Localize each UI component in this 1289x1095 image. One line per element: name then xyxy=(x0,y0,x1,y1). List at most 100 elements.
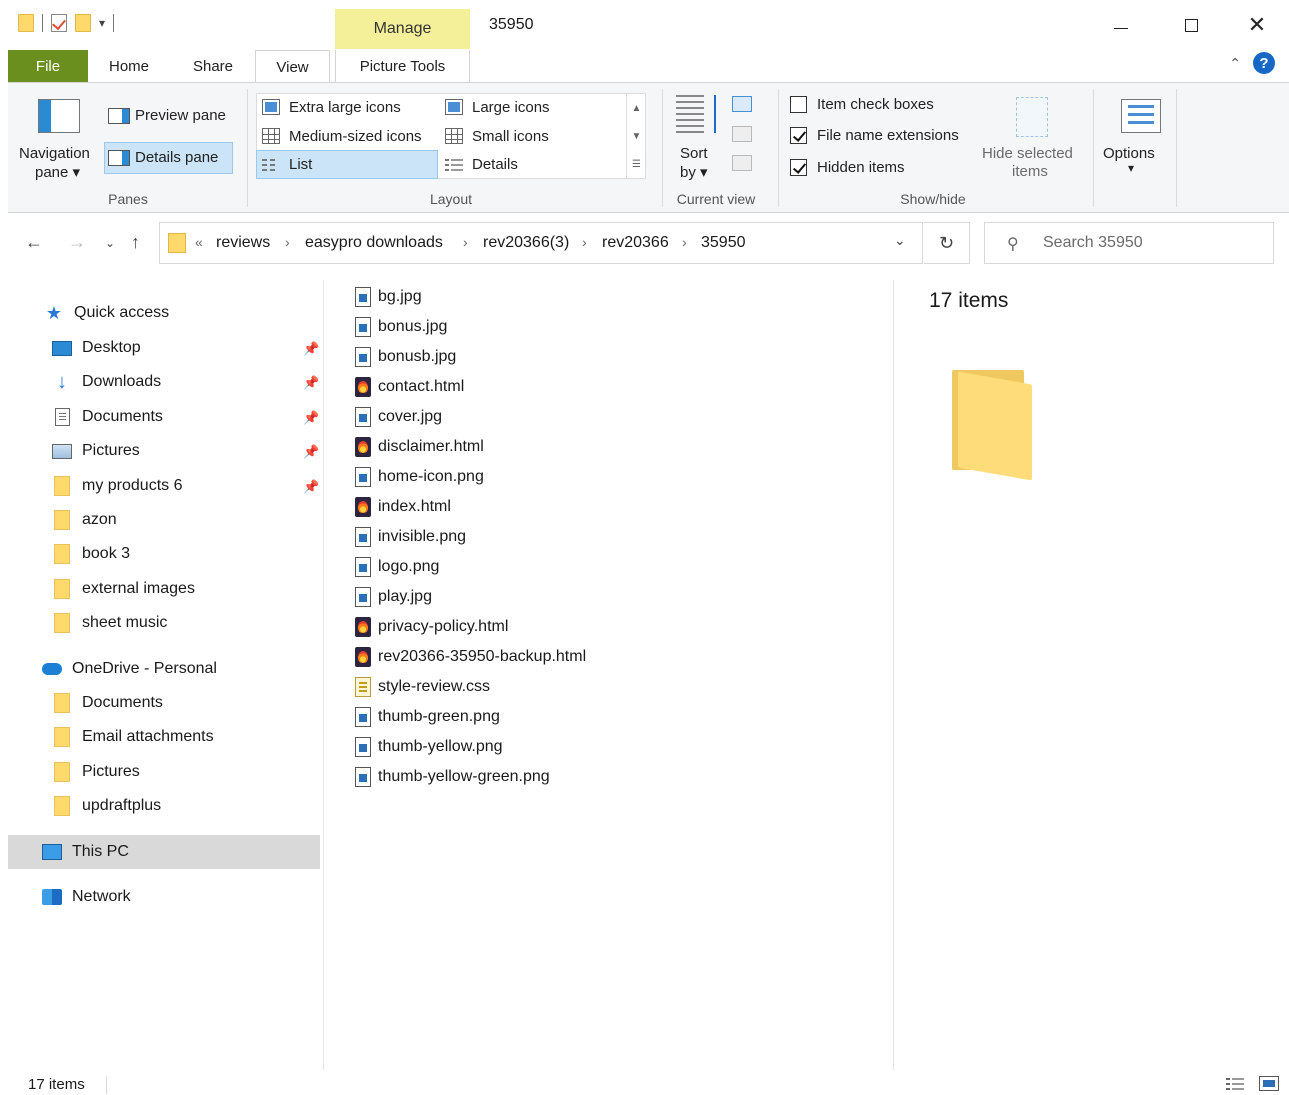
navigation-pane-dropdown[interactable]: pane ▾ xyxy=(35,163,80,181)
file-item[interactable]: rev20366-35950-backup.html xyxy=(355,643,586,671)
close-button[interactable]: ✕ xyxy=(1234,10,1280,40)
file-item[interactable]: privacy-policy.html xyxy=(355,613,508,641)
layout-details[interactable]: Details xyxy=(472,156,518,173)
file-item[interactable]: invisible.png xyxy=(355,523,466,551)
preview-pane-button[interactable]: Preview pane xyxy=(135,107,226,124)
nav-updraftplus[interactable]: updraftplus xyxy=(8,789,320,823)
breadcrumb-easypro-downloads[interactable]: easypro downloads xyxy=(305,234,443,252)
nav-network[interactable]: Network xyxy=(8,880,320,914)
nav-pictures[interactable]: Pictures xyxy=(8,434,320,468)
details-view-icon[interactable] xyxy=(1226,1077,1244,1091)
sort-dropdown[interactable]: by ▾ xyxy=(680,163,708,181)
file-item[interactable]: thumb-yellow-green.png xyxy=(355,763,550,791)
nav-desktop[interactable]: Desktop xyxy=(8,331,320,365)
options-button[interactable]: Options xyxy=(1103,145,1155,162)
search-input[interactable]: Search 35950 xyxy=(1043,234,1143,252)
tab-home[interactable]: Home xyxy=(96,50,162,82)
up-button[interactable]: ↑ xyxy=(131,232,140,253)
file-item[interactable]: index.html xyxy=(355,493,451,521)
file-item[interactable]: cover.jpg xyxy=(355,403,442,431)
chevron-right-icon[interactable]: › xyxy=(463,234,468,250)
address-bar[interactable]: « reviews › easypro downloads › rev20366… xyxy=(159,222,923,264)
layout-small-icons[interactable]: Small icons xyxy=(472,128,549,145)
file-item[interactable]: bonus.jpg xyxy=(355,313,447,341)
chevron-right-icon[interactable]: › xyxy=(285,234,290,250)
breadcrumb-rev20366-3[interactable]: rev20366(3) xyxy=(483,234,569,252)
item-check-boxes-label[interactable]: Item check boxes xyxy=(817,96,934,113)
group-by-icon[interactable] xyxy=(732,96,752,112)
back-button[interactable]: ← xyxy=(25,232,43,253)
large-icons-view-icon[interactable] xyxy=(1259,1076,1279,1091)
nav-external-images[interactable]: external images xyxy=(8,572,320,606)
nav-email-attachments[interactable]: Email attachments xyxy=(8,720,320,754)
navigation-pane-icon[interactable] xyxy=(38,99,80,133)
file-item[interactable]: play.jpg xyxy=(355,583,432,611)
forward-button[interactable]: → xyxy=(68,232,86,253)
maximize-button[interactable] xyxy=(1168,10,1214,40)
nav-onedrive-pictures[interactable]: Pictures xyxy=(8,755,320,789)
refresh-button[interactable]: ↻ xyxy=(924,222,970,264)
details-pane-button[interactable]: Details pane xyxy=(135,149,218,166)
chevron-right-icon[interactable]: › xyxy=(582,234,587,250)
tab-share[interactable]: Share xyxy=(180,50,246,82)
chevron-right-icon[interactable]: › xyxy=(682,234,687,250)
nav-sheet-music[interactable]: sheet music xyxy=(8,606,320,640)
file-item[interactable]: thumb-yellow.png xyxy=(355,733,503,761)
pin-icon[interactable]: 📌 xyxy=(303,444,319,460)
pin-icon[interactable]: 📌 xyxy=(303,341,319,357)
pin-icon[interactable]: 📌 xyxy=(303,410,319,426)
tab-file[interactable]: File xyxy=(8,50,88,82)
file-item[interactable]: disclaimer.html xyxy=(355,433,484,461)
file-item[interactable]: logo.png xyxy=(355,553,439,581)
file-name-extensions-label[interactable]: File name extensions xyxy=(817,127,959,144)
scroll-up-icon[interactable]: ▲ xyxy=(632,103,642,114)
file-item[interactable]: thumb-green.png xyxy=(355,703,500,731)
nav-onedrive-documents[interactable]: Documents xyxy=(8,686,320,720)
nav-onedrive[interactable]: OneDrive - Personal xyxy=(8,652,320,686)
search-box[interactable]: ⚲ Search 35950 xyxy=(984,222,1274,264)
layout-large-icons[interactable]: Large icons xyxy=(472,99,550,116)
pin-icon[interactable]: 📌 xyxy=(303,375,319,391)
file-item[interactable]: home-icon.png xyxy=(355,463,484,491)
folder-icon[interactable] xyxy=(18,14,34,32)
breadcrumb-rev20366[interactable]: rev20366 xyxy=(602,234,669,252)
customize-toolbar-icon[interactable]: ▾ xyxy=(99,16,105,30)
tab-view[interactable]: View xyxy=(255,50,330,83)
scroll-down-icon[interactable]: ▼ xyxy=(632,131,642,142)
new-folder-icon[interactable] xyxy=(75,14,91,32)
expand-gallery-icon[interactable]: ☰ xyxy=(632,159,641,170)
properties-icon[interactable] xyxy=(51,14,67,32)
file-item[interactable]: bg.jpg xyxy=(355,283,422,311)
collapse-ribbon-icon[interactable]: ⌃ xyxy=(1229,55,1241,72)
nav-book-3[interactable]: book 3 xyxy=(8,537,320,571)
minimize-button[interactable] xyxy=(1098,10,1144,40)
file-item[interactable]: contact.html xyxy=(355,373,464,401)
nav-downloads[interactable]: ↓ Downloads xyxy=(8,365,320,399)
item-check-boxes-checkbox[interactable] xyxy=(790,96,807,113)
pin-icon[interactable]: 📌 xyxy=(303,479,319,495)
layout-extra-large-icons[interactable]: Extra large icons xyxy=(289,99,401,116)
nav-this-pc[interactable]: This PC xyxy=(8,835,320,869)
file-name-extensions-checkbox[interactable] xyxy=(790,127,807,144)
tab-picture-tools[interactable]: Picture Tools xyxy=(335,50,470,82)
breadcrumb-overflow[interactable]: « xyxy=(195,234,203,250)
address-history-dropdown[interactable]: ⌄ xyxy=(894,232,906,249)
options-dropdown-arrow[interactable]: ▾ xyxy=(1128,161,1134,175)
sort-label[interactable]: Sort xyxy=(680,145,708,162)
breadcrumb-reviews[interactable]: reviews xyxy=(216,234,270,252)
navigation-pane-label[interactable]: Navigation xyxy=(19,145,90,162)
file-item[interactable]: bonusb.jpg xyxy=(355,343,456,371)
hidden-items-label[interactable]: Hidden items xyxy=(817,159,905,176)
nav-quick-access[interactable]: ★ Quick access xyxy=(8,296,320,330)
layout-gallery-scroll[interactable]: ▲ ▼ ☰ xyxy=(626,94,646,178)
nav-azon[interactable]: azon xyxy=(8,503,320,537)
options-icon[interactable] xyxy=(1121,99,1161,133)
manage-tab-label[interactable]: Manage xyxy=(335,20,470,38)
file-item[interactable]: style-review.css xyxy=(355,673,490,701)
breadcrumb-35950[interactable]: 35950 xyxy=(701,234,746,252)
nav-documents[interactable]: Documents xyxy=(8,400,320,434)
help-icon[interactable]: ? xyxy=(1253,52,1275,74)
recent-locations-button[interactable]: ⌄ xyxy=(105,236,115,250)
hidden-items-checkbox[interactable] xyxy=(790,159,807,176)
layout-list[interactable]: List xyxy=(289,156,312,173)
